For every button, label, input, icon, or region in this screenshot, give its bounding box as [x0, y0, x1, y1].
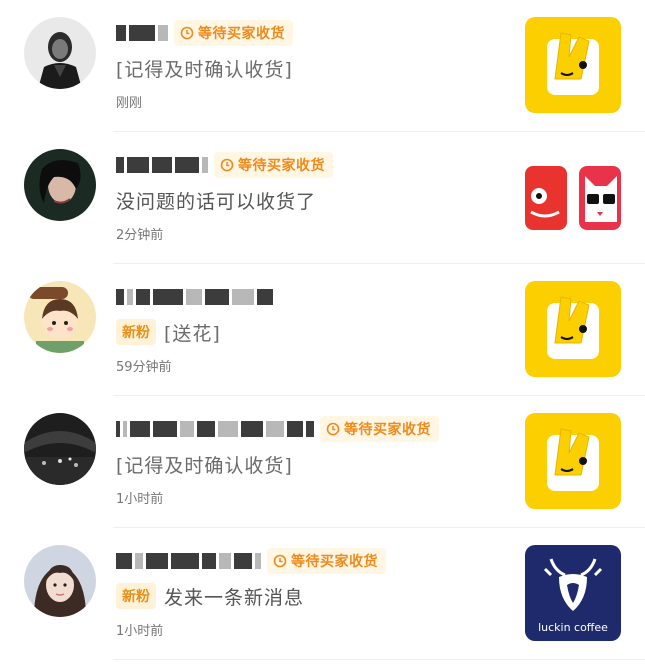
clock-icon: [273, 554, 287, 568]
luckin-coffee-text: luckin coffee: [538, 621, 608, 634]
avatar[interactable]: [24, 545, 96, 617]
username-redacted: [116, 20, 168, 46]
yellow-bunny-app-icon[interactable]: [525, 413, 621, 509]
avatar[interactable]: [24, 281, 96, 353]
yellow-bunny-app-icon[interactable]: [525, 281, 621, 377]
username-redacted: [116, 416, 314, 442]
clock-icon: [220, 158, 234, 172]
timestamp: 2分钟前: [116, 228, 164, 243]
clock-icon: [326, 422, 340, 436]
status-tag-awaiting-receipt: 等待买家收货: [214, 152, 333, 178]
status-tag-awaiting-receipt: 等待买家收货: [174, 20, 293, 46]
message-preview: 发来一条新消息: [164, 586, 305, 609]
conversation-item[interactable]: 等待买家收货 [记得及时确认收货] 1小时前: [0, 396, 645, 528]
status-tag-awaiting-receipt: 等待买家收货: [320, 416, 439, 442]
red-cat-app-icons[interactable]: [525, 166, 621, 230]
conversation-item[interactable]: 等待买家收货 新粉 发来一条新消息 1小时前 luckin coffee: [0, 528, 645, 660]
timestamp: 刚刚: [116, 96, 143, 111]
conversation-item[interactable]: 等待买家收货 [记得及时确认收货] 刚刚: [0, 0, 645, 132]
timestamp: 1小时前: [116, 492, 164, 507]
status-tag-awaiting-receipt: 等待买家收货: [267, 548, 386, 574]
status-tag-label: 等待买家收货: [291, 554, 378, 570]
avatar[interactable]: [24, 413, 96, 485]
timestamp: 1小时前: [116, 624, 164, 639]
yellow-bunny-app-icon[interactable]: [525, 17, 621, 113]
username-redacted: [116, 284, 273, 310]
avatar[interactable]: [24, 149, 96, 221]
luckin-coffee-logo[interactable]: luckin coffee: [525, 545, 621, 641]
clock-icon: [180, 26, 194, 40]
new-fan-tag: 新粉: [116, 319, 156, 345]
username-redacted: [116, 548, 261, 574]
conversation-item[interactable]: 等待买家收货 没问题的话可以收货了 2分钟前: [0, 132, 645, 264]
timestamp: 59分钟前: [116, 360, 172, 375]
message-preview: [送花]: [164, 322, 221, 345]
conversation-item[interactable]: 新粉 [送花] 59分钟前: [0, 264, 645, 396]
username-redacted: [116, 152, 208, 178]
status-tag-label: 等待买家收货: [198, 26, 285, 42]
divider: [113, 659, 645, 660]
message-preview: [记得及时确认收货]: [116, 58, 293, 81]
message-preview: [记得及时确认收货]: [116, 454, 293, 477]
status-tag-label: 等待买家收货: [238, 158, 325, 174]
status-tag-label: 等待买家收货: [344, 422, 431, 438]
message-preview: 没问题的话可以收货了: [116, 190, 317, 213]
avatar[interactable]: [24, 17, 96, 89]
new-fan-tag: 新粉: [116, 583, 156, 609]
